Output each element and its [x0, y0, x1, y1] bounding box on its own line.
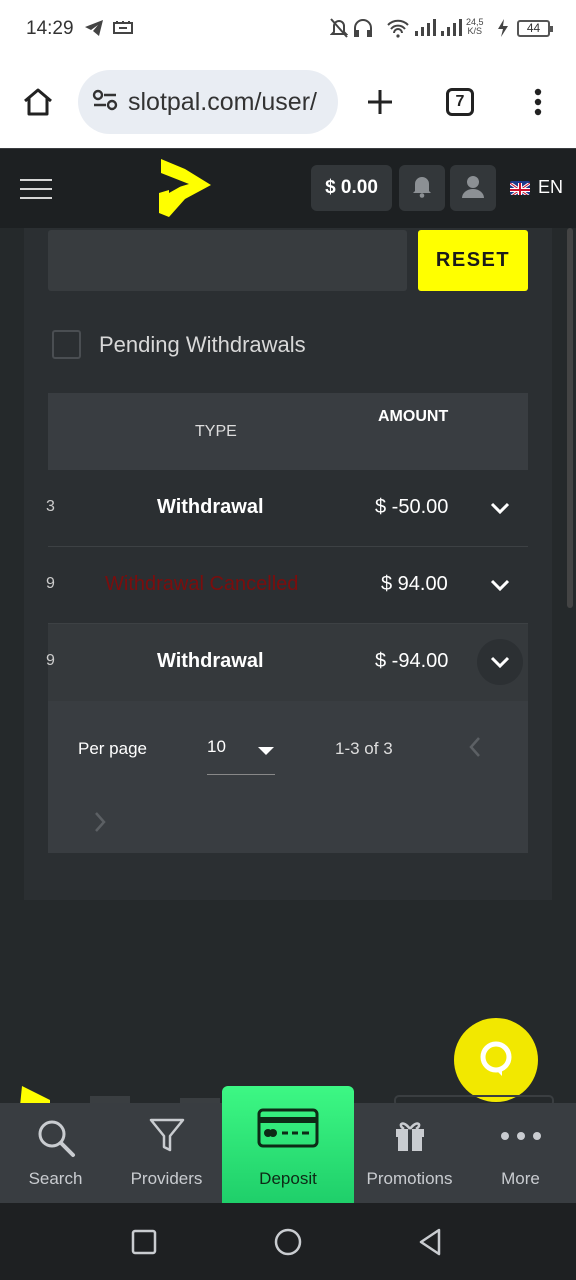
- table-row[interactable]: 9 Withdrawal $ -94.00: [46, 624, 528, 701]
- table-row[interactable]: 3 Withdrawal $ -50.00: [46, 470, 528, 547]
- tab-count: 7: [446, 88, 474, 116]
- chevron-down-icon[interactable]: [477, 639, 523, 685]
- chevron-down-icon[interactable]: [477, 562, 523, 608]
- battery-level: 44: [517, 20, 553, 37]
- nav-promotions[interactable]: Promotions: [354, 1103, 465, 1203]
- date-range-field[interactable]: [48, 230, 407, 291]
- network-speed-unit: K/S: [467, 26, 483, 36]
- more-dots-icon: [499, 1129, 543, 1147]
- filter-icon: [149, 1117, 185, 1158]
- pagination: Per page 10 1-3 of 3: [48, 701, 528, 853]
- app-notification-icon: [112, 17, 134, 39]
- previous-page-icon[interactable]: [465, 734, 485, 760]
- nav-more[interactable]: More: [465, 1103, 576, 1203]
- row-type-cancelled: Withdrawal Cancelled: [105, 573, 299, 595]
- user-icon: [461, 174, 485, 203]
- status-bar: 14:29 24,5 K/S 44: [0, 0, 576, 58]
- charging-icon: [496, 17, 510, 39]
- table-header: TYPE AMOUNT: [48, 393, 528, 470]
- chevron-down-icon[interactable]: [477, 485, 523, 531]
- nav-promotions-label: Promotions: [366, 1169, 453, 1188]
- row-amount: $ 94.00: [381, 573, 448, 595]
- page-range: 1-3 of 3: [335, 739, 393, 758]
- row-amount: $ -94.00: [375, 650, 449, 672]
- status-time: 14:29: [26, 18, 74, 39]
- nav-providers-label: Providers: [130, 1169, 203, 1188]
- wifi-icon: [386, 17, 410, 39]
- telegram-icon: [84, 17, 104, 39]
- site-header: $ 0.00 EN: [0, 148, 576, 228]
- row-date-clipped: 9: [46, 652, 55, 669]
- notifications-button[interactable]: [399, 165, 445, 211]
- headphones-icon: [352, 17, 374, 39]
- signal-icon-2: [440, 17, 462, 39]
- signal-icon: [414, 17, 436, 39]
- nav-deposit-label: Deposit: [259, 1169, 317, 1188]
- url-text: slotpal.com/user/: [128, 87, 317, 116]
- per-page-label: Per page: [78, 739, 147, 758]
- page-scrollbar[interactable]: [567, 228, 573, 608]
- bell-icon: [411, 174, 433, 203]
- bottom-navigation: Search Providers Deposit Promotions More: [0, 1086, 576, 1203]
- row-date-clipped: 3: [46, 498, 55, 515]
- network-speed: 24,5 K/S: [466, 18, 484, 36]
- pending-withdrawals-label: Pending Withdrawals: [99, 331, 306, 357]
- nav-deposit[interactable]: Deposit: [222, 1086, 354, 1203]
- home-circle-icon[interactable]: [273, 1227, 303, 1257]
- dropdown-arrow-icon: [257, 743, 275, 761]
- reset-button[interactable]: RESET: [418, 230, 528, 291]
- mute-icon: [330, 17, 348, 39]
- transactions-panel: RESET Pending Withdrawals TYPE AMOUNT 3 …: [24, 228, 552, 900]
- row-type: Withdrawal: [157, 650, 264, 672]
- balance-button[interactable]: $ 0.00: [311, 165, 392, 211]
- per-page-value: 10: [207, 737, 226, 756]
- language-selector[interactable]: EN: [510, 177, 563, 198]
- tabs-button[interactable]: 7: [440, 82, 480, 122]
- new-tab-icon[interactable]: [360, 82, 400, 122]
- per-page-select[interactable]: 10: [207, 737, 275, 775]
- nav-providers[interactable]: Providers: [111, 1103, 222, 1203]
- transactions-table: TYPE AMOUNT 3 Withdrawal $ -50.00 9 With…: [46, 393, 528, 853]
- menu-icon[interactable]: [20, 179, 52, 199]
- row-date-clipped: 9: [46, 575, 55, 592]
- pending-withdrawals-checkbox[interactable]: [52, 330, 81, 359]
- chat-icon: [476, 1038, 516, 1083]
- slotpal-logo[interactable]: [155, 157, 215, 219]
- column-header-amount[interactable]: AMOUNT: [378, 408, 448, 426]
- language-label: EN: [538, 177, 564, 197]
- nav-search-label: Search: [28, 1169, 83, 1188]
- browser-menu-icon[interactable]: [518, 82, 558, 122]
- next-page-icon[interactable]: [90, 809, 110, 835]
- uk-flag-icon: [510, 180, 530, 195]
- system-navigation-bar: [0, 1203, 576, 1280]
- recents-icon[interactable]: [129, 1227, 159, 1257]
- address-bar[interactable]: slotpal.com/user/: [78, 70, 338, 134]
- site-settings-icon[interactable]: [92, 89, 118, 116]
- row-amount: $ -50.00: [375, 496, 449, 518]
- search-icon: [35, 1117, 77, 1164]
- table-row[interactable]: 9 Withdrawal Cancelled $ 94.00: [46, 547, 528, 624]
- nav-search[interactable]: Search: [0, 1103, 111, 1203]
- account-button[interactable]: [450, 165, 496, 211]
- row-type: Withdrawal: [157, 496, 264, 518]
- gift-icon: [393, 1117, 427, 1158]
- browser-toolbar: slotpal.com/user/ 7: [0, 58, 576, 148]
- column-header-type[interactable]: TYPE: [195, 423, 237, 441]
- home-icon[interactable]: [18, 82, 58, 122]
- credit-card-icon: [257, 1108, 319, 1153]
- pending-withdrawals-filter[interactable]: Pending Withdrawals: [52, 330, 306, 359]
- back-icon[interactable]: [415, 1227, 445, 1257]
- nav-more-label: More: [501, 1169, 540, 1188]
